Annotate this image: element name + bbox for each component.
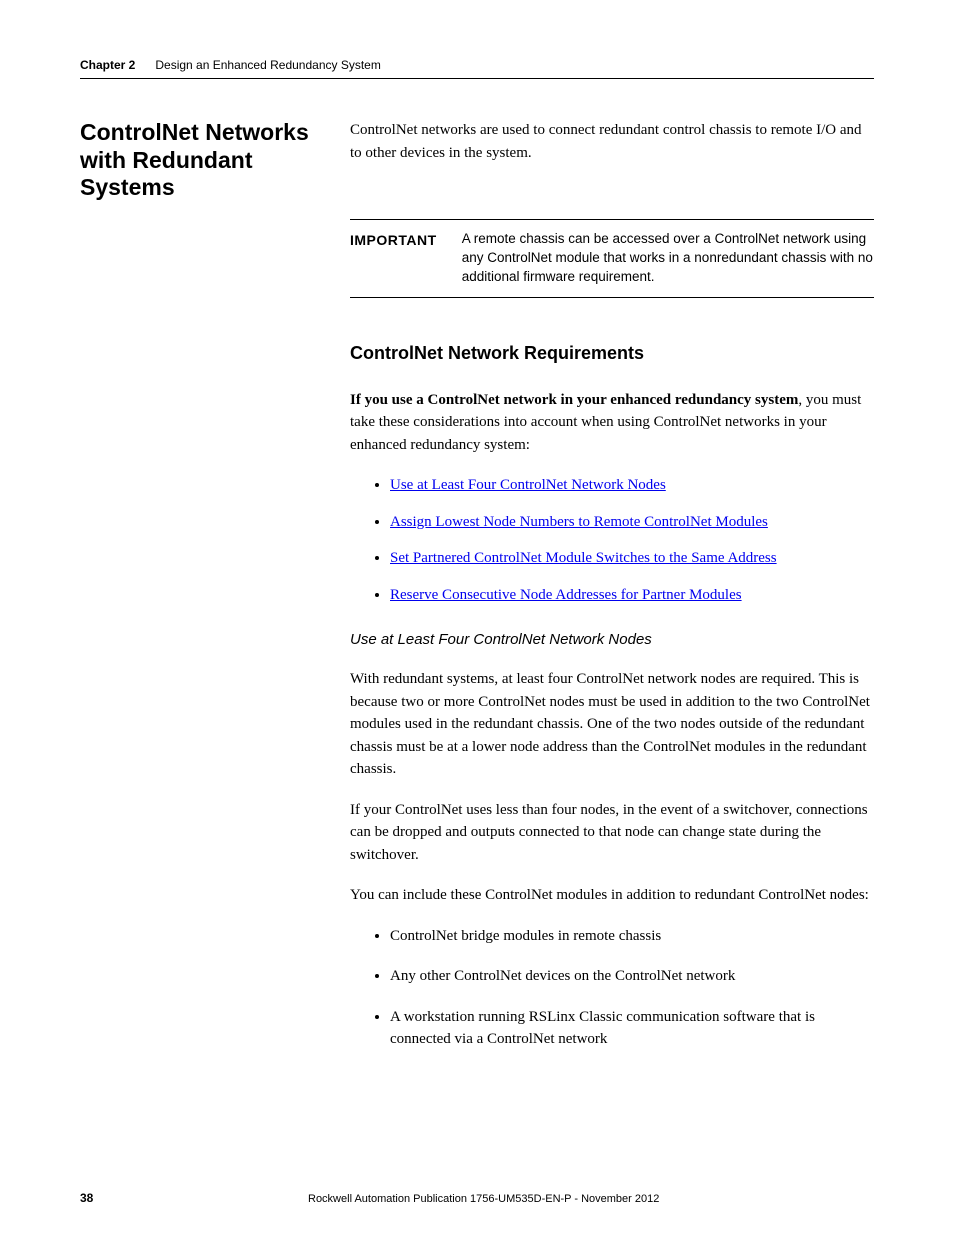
list-item: A workstation running RSLinx Classic com… (390, 1006, 874, 1051)
sub3-p3: You can include these ControlNet modules… (350, 884, 874, 907)
list-item: ControlNet bridge modules in remote chas… (390, 925, 874, 948)
page-footer: 38 Rockwell Automation Publication 1756-… (80, 1191, 874, 1205)
link-lowest-node[interactable]: Assign Lowest Node Numbers to Remote Con… (390, 514, 768, 530)
requirements-link-list: Use at Least Four ControlNet Network Nod… (350, 474, 874, 606)
sub3-p1: With redundant systems, at least four Co… (350, 668, 874, 781)
list-item: Any other ControlNet devices on the Cont… (390, 965, 874, 988)
sub3-p2: If your ControlNet uses less than four n… (350, 799, 874, 867)
chapter-title: Design an Enhanced Redundancy System (155, 58, 380, 72)
modules-list: ControlNet bridge modules in remote chas… (350, 925, 874, 1051)
list-item: Use at Least Four ControlNet Network Nod… (390, 474, 874, 497)
important-text: A remote chassis can be accessed over a … (462, 230, 874, 287)
chapter-label: Chapter 2 (80, 58, 135, 72)
link-partnered-switches[interactable]: Set Partnered ControlNet Module Switches… (390, 550, 777, 566)
publication-info: Rockwell Automation Publication 1756-UM5… (308, 1193, 659, 1205)
list-item: Reserve Consecutive Node Addresses for P… (390, 584, 874, 607)
link-reserve-addresses[interactable]: Reserve Consecutive Node Addresses for P… (390, 587, 742, 603)
list-item: Assign Lowest Node Numbers to Remote Con… (390, 511, 874, 534)
link-four-nodes[interactable]: Use at Least Four ControlNet Network Nod… (390, 477, 666, 493)
intro-paragraph: ControlNet networks are used to connect … (350, 119, 874, 164)
requirements-lead: If you use a ControlNet network in your … (350, 389, 874, 457)
page-header: Chapter 2 Design an Enhanced Redundancy … (80, 58, 874, 79)
section-heading: ControlNet Networks with Redundant Syste… (80, 119, 320, 202)
important-label: IMPORTANT (350, 230, 437, 287)
subsection-heading: ControlNet Network Requirements (350, 343, 874, 364)
sub3-heading: Use at Least Four ControlNet Network Nod… (350, 631, 874, 648)
lead-bold: If you use a ControlNet network in your … (350, 392, 798, 408)
list-item: Set Partnered ControlNet Module Switches… (390, 547, 874, 570)
page-number: 38 (80, 1191, 93, 1205)
important-callout: IMPORTANT A remote chassis can be access… (350, 219, 874, 298)
